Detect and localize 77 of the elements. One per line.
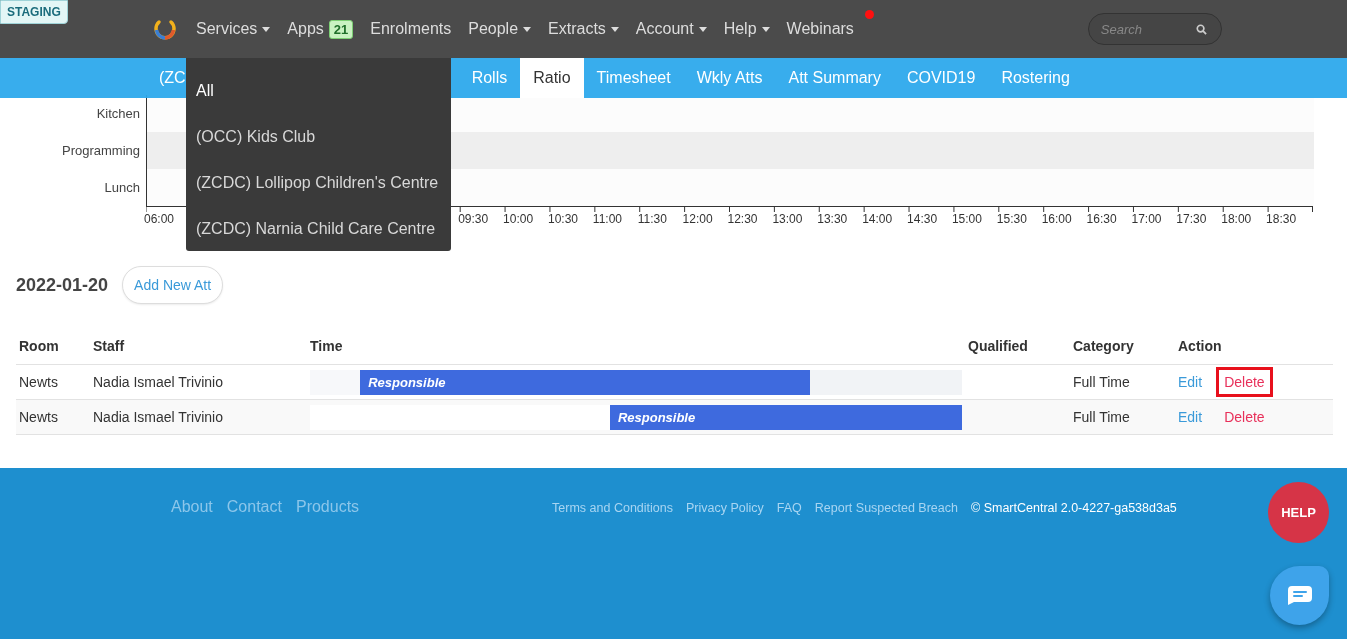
nav-tab[interactable]: COVID19 [893,58,989,98]
column-header: Action [1177,338,1223,356]
search-field[interactable]: Search [1087,13,1222,45]
logo-icon [153,17,177,41]
copyright-text: © SmartCentral 2.0-4227-ga538d3a5 [970,501,1177,515]
footer-link[interactable]: Terms and Conditions [552,501,673,515]
table-cell: Full Time [1073,409,1130,425]
axis-tick-label: 09:30 [458,212,489,227]
chat-icon [1287,586,1312,605]
axis-tick-label: 18:30 [1266,212,1297,227]
nav-menu-item[interactable]: Apps 21 [287,19,354,39]
column-header: Category [1072,338,1135,356]
axis-tick-label: 11:30 [637,212,667,227]
edit-link[interactable]: Edit [1178,367,1211,397]
nav-menu-item[interactable]: Services [196,20,271,38]
menu-item[interactable]: All [186,68,451,114]
footer-link[interactable]: FAQ [776,501,802,515]
shift-bar: Responsible [360,369,811,395]
axis-tick-label: 10:00 [503,212,534,227]
axis-tick-label: 14:30 [907,212,938,227]
table-cell: Nadia Ismael Trivinio [93,374,223,390]
search-input[interactable]: Search [1098,20,1183,38]
footer-link[interactable]: About [171,498,213,516]
add-attendance-button[interactable]: Add New Att [122,266,224,304]
nav-menu-item[interactable]: Extracts [548,20,619,38]
axis-tick-label: 12:00 [682,212,713,227]
axis-tick-label: 17:00 [1131,212,1162,227]
nav-tab[interactable]: Rostering [988,58,1083,98]
nav-menu-item[interactable]: Help [723,20,770,38]
menu-item[interactable]: (ZCDC) Lollipop Children's Centre [186,160,451,206]
table-cell: Newts [19,374,58,390]
axis-tick-label: 17:30 [1176,212,1207,227]
menu-item[interactable]: (OCC) Kids Club [186,114,451,160]
count-badge: 21 [328,19,354,39]
nav-tab[interactable]: Ratio [520,58,584,98]
column-header: Time [309,338,344,356]
delete-link[interactable]: Delete [1216,402,1273,432]
column-header: Staff [92,338,126,356]
nav-menu-item[interactable]: Account [635,20,707,38]
footer-link[interactable]: Report Suspected Breach [814,501,958,515]
shift-bar: Responsible [609,404,962,430]
axis-tick-label: 13:00 [772,212,803,227]
axis-tick-label: 06:00 [144,212,175,227]
footer-link[interactable]: Privacy Policy [686,501,764,515]
edit-link[interactable]: Edit [1178,402,1211,432]
axis-tick-label: 16:30 [1086,212,1117,227]
axis-tick-label: 13:30 [817,212,848,227]
footer-link[interactable]: Contact [226,498,282,516]
nav-tab[interactable]: Wkly Atts [683,58,776,98]
axis-tick-label: 10:30 [547,212,578,227]
row-label: Programming [60,142,141,161]
axis-tick-label: 11:00 [592,212,622,227]
nav-tab[interactable]: Timesheet [583,58,684,98]
axis-tick-label: 16:00 [1041,212,1072,227]
footer-link[interactable]: Products [295,498,360,516]
row-label: Kitchen [95,105,141,124]
delete-link[interactable]: Delete [1216,367,1273,397]
date-heading: 2022-01-20 [16,274,109,296]
nav-tab[interactable]: Att Summary [775,58,894,98]
axis-tick-label: 15:30 [996,212,1027,227]
axis-tick-label: 15:00 [951,212,982,227]
environment-badge: STAGING [0,0,68,24]
row-label: Lunch [103,179,141,198]
search-icon [1195,23,1207,35]
column-header: Room [18,338,60,356]
axis-tick-label: 18:00 [1221,212,1252,227]
axis-tick-label: 12:30 [727,212,758,227]
axis-tick-label: 14:00 [862,212,893,227]
table-cell: Nadia Ismael Trivinio [93,409,223,425]
nav-menu-item[interactable]: People [468,20,532,38]
table-cell: Full Time [1073,374,1130,390]
menu-item[interactable]: (ZCDC) Narnia Child Care Centre [186,206,451,252]
nav-menu-item[interactable]: Webinars [786,20,854,38]
table-cell: Newts [19,409,58,425]
nav-menu-item[interactable]: Enrolments [370,20,452,38]
nav-tab[interactable]: Rolls [458,58,521,98]
column-header: Qualified [967,338,1029,356]
